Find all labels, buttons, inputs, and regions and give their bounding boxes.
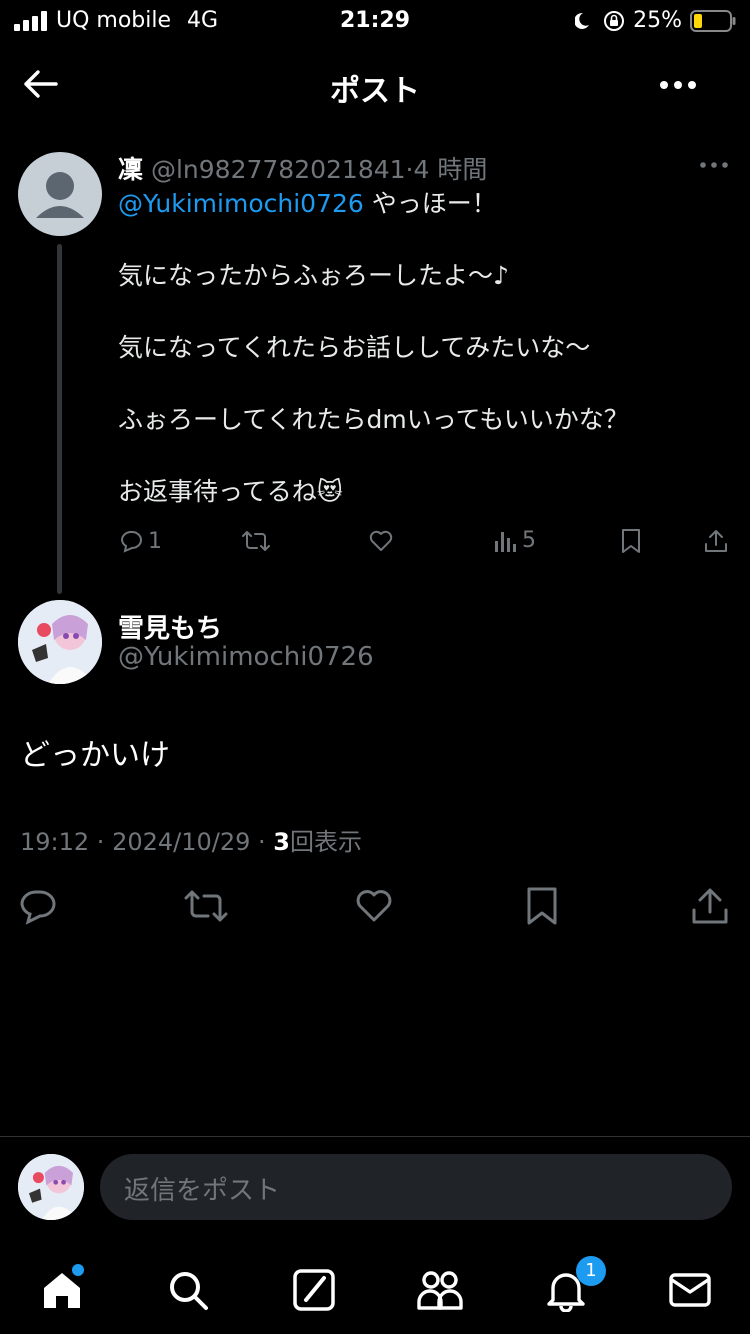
- comment-icon: [20, 890, 56, 925]
- tweet-actions-large: [0, 880, 750, 936]
- tab-grok[interactable]: [284, 1260, 344, 1320]
- tweet-time: 19:12: [20, 828, 90, 856]
- more-options-button[interactable]: [658, 70, 702, 100]
- ellipsis-icon: [660, 81, 696, 89]
- author-name: 凜: [118, 155, 144, 184]
- battery-percent: 25%: [633, 8, 682, 33]
- author-name[interactable]: 雪見もち: [118, 608, 222, 645]
- reply-input[interactable]: 返信をポスト: [100, 1154, 732, 1220]
- repost-button[interactable]: [242, 528, 270, 560]
- share-button[interactable]: [690, 886, 730, 930]
- ellipsis-icon: [700, 162, 728, 168]
- thread-line: [57, 244, 62, 594]
- tweet-more-button[interactable]: [698, 155, 730, 175]
- line-1: @Yukimimochi0726 やっほー！: [118, 186, 728, 222]
- reply-button[interactable]: 1: [118, 528, 162, 554]
- default-avatar-icon: [36, 172, 84, 218]
- tab-search[interactable]: [158, 1260, 218, 1320]
- status-bar: UQ mobile 4G 21:29 25%: [0, 0, 750, 44]
- page-title: ポスト: [330, 74, 420, 109]
- grok-icon: [293, 1269, 335, 1311]
- author-handle: @ln9827782021841: [150, 155, 406, 184]
- anime-avatar-icon: [18, 1154, 84, 1220]
- share-icon: [705, 530, 727, 552]
- avatar-default[interactable]: [18, 152, 102, 236]
- status-right: 25%: [575, 8, 736, 33]
- views-button[interactable]: 5: [494, 528, 536, 553]
- view-count: 3: [273, 828, 290, 856]
- tweet-text: 気になったからふぉろーしたよ〜♪: [118, 261, 509, 290]
- tweet-text: やっほー！: [371, 189, 497, 218]
- people-icon: [417, 1271, 463, 1310]
- tab-communities[interactable]: [410, 1260, 470, 1320]
- bottom-tab-bar: 1: [0, 1248, 750, 1334]
- tweet-text: 気になってくれたらお話ししてみたいな〜: [118, 333, 591, 362]
- share-button[interactable]: [704, 528, 728, 560]
- tweet-text: お返事待ってるね😻: [118, 477, 343, 506]
- tweet-time: 4 時間: [413, 155, 488, 184]
- views-suffix: 回表示: [289, 828, 362, 856]
- tweet-author-row[interactable]: 凜 @ln9827782021841·4 時間: [118, 150, 487, 186]
- my-avatar[interactable]: [18, 1154, 84, 1220]
- author-handle[interactable]: @Yukimimochi0726: [118, 642, 374, 672]
- like-button[interactable]: [368, 528, 394, 560]
- avatar-user[interactable]: [18, 600, 102, 684]
- anime-avatar-icon: [18, 600, 102, 684]
- tab-notifications[interactable]: 1: [536, 1256, 606, 1320]
- mention-link[interactable]: @Yukimimochi0726: [118, 189, 364, 218]
- repost-button[interactable]: [184, 886, 228, 930]
- comment-icon: [120, 531, 142, 553]
- view-count: 5: [522, 528, 536, 553]
- battery-icon: [690, 9, 736, 32]
- bookmark-button[interactable]: [620, 528, 642, 560]
- like-button[interactable]: [354, 886, 394, 930]
- reply-count: 1: [148, 528, 162, 554]
- mail-icon: [669, 1273, 711, 1307]
- share-icon: [692, 888, 728, 924]
- bookmark-icon: [622, 529, 640, 553]
- tab-messages[interactable]: [660, 1260, 720, 1320]
- heart-icon: [356, 890, 392, 922]
- repost-icon: [184, 890, 228, 922]
- moon-icon: [575, 12, 590, 29]
- bar-chart-icon: [495, 531, 516, 552]
- bookmark-icon: [527, 887, 557, 925]
- repost-icon: [242, 531, 270, 551]
- home-badge-dot: [72, 1264, 84, 1276]
- rotation-lock-icon: [604, 10, 625, 31]
- tweet-text: ふぉろーしてくれたらdmいってもいいかな？: [118, 405, 629, 434]
- divider: [0, 1136, 750, 1137]
- tweet-text: どっかいけ: [20, 738, 170, 773]
- notifications-badge: 1: [576, 1256, 606, 1286]
- tweet-body: @Yukimimochi0726 やっほー！ 気になったからふぉろーしたよ〜♪ …: [118, 186, 728, 510]
- tweet-metadata: 19:12 · 2024/10/29 · 3回表示: [20, 828, 362, 856]
- bookmark-button[interactable]: [524, 886, 560, 930]
- tab-home[interactable]: [32, 1260, 92, 1320]
- tweet-actions: 1 5: [118, 520, 730, 564]
- search-icon: [170, 1272, 208, 1310]
- heart-icon: [369, 530, 393, 551]
- reply-button[interactable]: [18, 886, 58, 930]
- separator-dot: ·: [405, 155, 414, 184]
- tweet-date: 2024/10/29: [112, 828, 251, 856]
- top-nav: ポスト: [0, 44, 750, 128]
